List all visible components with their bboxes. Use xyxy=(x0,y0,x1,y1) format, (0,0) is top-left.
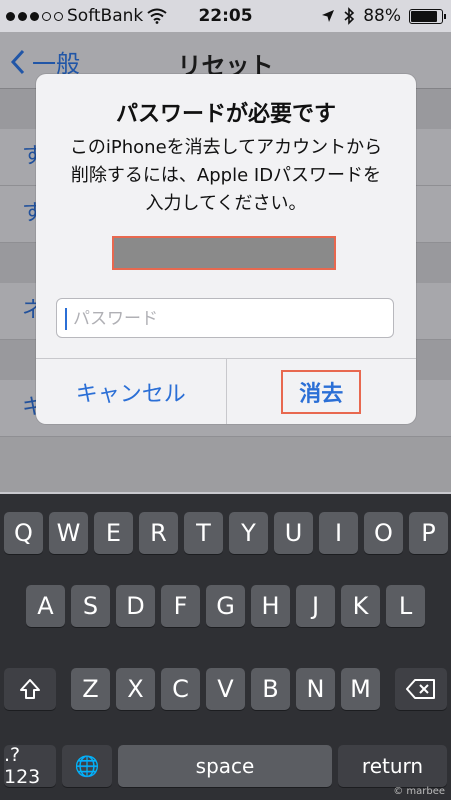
key-j[interactable]: J xyxy=(296,585,335,627)
numbers-mode-key[interactable]: .?123 xyxy=(4,744,56,788)
text-cursor xyxy=(65,308,67,330)
key-l[interactable]: L xyxy=(386,585,425,627)
key-c[interactable]: C xyxy=(161,668,200,710)
key-z[interactable]: Z xyxy=(71,668,110,710)
alert-message-line: 入力してください。 xyxy=(145,193,307,214)
status-bar: SoftBank 22:05 88% xyxy=(0,0,451,32)
cancel-label: キャンセル xyxy=(75,382,186,407)
key-b[interactable]: B xyxy=(251,668,290,710)
password-alert-dialog: パスワードが必要です このiPhoneを消去してアカウントから 削除するには、A… xyxy=(36,74,416,424)
key-k[interactable]: K xyxy=(341,585,380,627)
erase-label: 消去 xyxy=(281,370,362,414)
location-arrow-icon xyxy=(322,10,335,22)
delete-icon xyxy=(406,679,435,699)
key-f[interactable]: F xyxy=(161,585,200,627)
password-field[interactable] xyxy=(56,298,394,339)
key-g[interactable]: G xyxy=(206,585,245,627)
key-a[interactable]: A xyxy=(26,585,65,627)
key-n[interactable]: N xyxy=(296,668,335,710)
key-y[interactable]: Y xyxy=(229,512,268,554)
key-t[interactable]: T xyxy=(184,512,223,554)
key-p[interactable]: P xyxy=(409,512,448,554)
battery-icon xyxy=(409,8,446,24)
erase-button[interactable]: 消去 xyxy=(227,359,417,424)
key-s[interactable]: S xyxy=(71,585,110,627)
key-x[interactable]: X xyxy=(116,668,155,710)
alert-title: パスワードが必要です xyxy=(115,102,336,127)
alert-message-line: 削除するには、Apple IDパスワードを xyxy=(70,165,382,186)
bluetooth-icon xyxy=(344,7,355,25)
key-w[interactable]: W xyxy=(49,512,88,554)
key-r[interactable]: R xyxy=(139,512,178,554)
alert-buttons: キャンセル 消去 xyxy=(36,358,416,424)
key-d[interactable]: D xyxy=(116,585,155,627)
watermark: © marbee xyxy=(393,786,445,797)
password-input[interactable] xyxy=(71,299,385,339)
delete-key[interactable] xyxy=(395,668,447,710)
key-e[interactable]: E xyxy=(94,512,133,554)
shift-icon xyxy=(20,679,40,699)
globe-key[interactable]: 🌐 xyxy=(62,745,112,787)
key-q[interactable]: Q xyxy=(4,512,43,554)
globe-icon: 🌐 xyxy=(74,754,100,778)
alert-message: このiPhoneを消去してアカウントから 削除するには、Apple IDパスワー… xyxy=(50,134,402,218)
return-key[interactable]: return xyxy=(338,745,447,787)
key-h[interactable]: H xyxy=(251,585,290,627)
shift-key[interactable] xyxy=(4,668,56,710)
alert-message-line: このiPhoneを消去してアカウントから xyxy=(69,137,383,158)
key-m[interactable]: M xyxy=(341,668,380,710)
key-o[interactable]: O xyxy=(364,512,403,554)
battery-percent: 88% xyxy=(363,6,401,26)
status-right: 88% xyxy=(321,6,446,26)
space-key[interactable]: space xyxy=(118,745,332,787)
redacted-apple-id xyxy=(112,236,336,270)
key-u[interactable]: U xyxy=(274,512,313,554)
cancel-button[interactable]: キャンセル xyxy=(36,359,227,424)
keyboard: Q W E R T Y U I O P A S D F G H J K L Z … xyxy=(0,494,451,800)
key-i[interactable]: I xyxy=(319,512,358,554)
key-v[interactable]: V xyxy=(206,668,245,710)
